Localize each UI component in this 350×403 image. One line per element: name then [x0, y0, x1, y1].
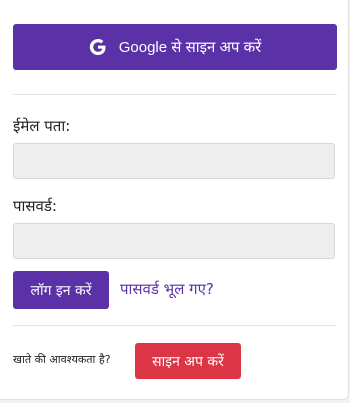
need-account-text: खाते की आवश्यकता है? [13, 353, 111, 366]
email-field[interactable] [13, 143, 335, 179]
top-divider [13, 94, 337, 95]
signup-button[interactable]: साइन अप करें [135, 343, 241, 379]
login-card: Google से साइन अप करें ईमेल पता: पासवर्ड… [0, 0, 349, 400]
bottom-divider [13, 325, 337, 326]
login-button[interactable]: लॉग इन करें [13, 271, 109, 309]
google-signup-label: Google से साइन अप करें [118, 39, 262, 56]
password-field[interactable] [13, 223, 335, 259]
password-label: पासवर्ड: [13, 197, 57, 215]
email-label: ईमेल पता: [13, 117, 71, 135]
forgot-password-link[interactable]: पासवर्ड भूल गए? [120, 279, 214, 299]
google-g-icon [89, 38, 107, 56]
google-signup-button[interactable]: Google से साइन अप करें [13, 24, 337, 70]
